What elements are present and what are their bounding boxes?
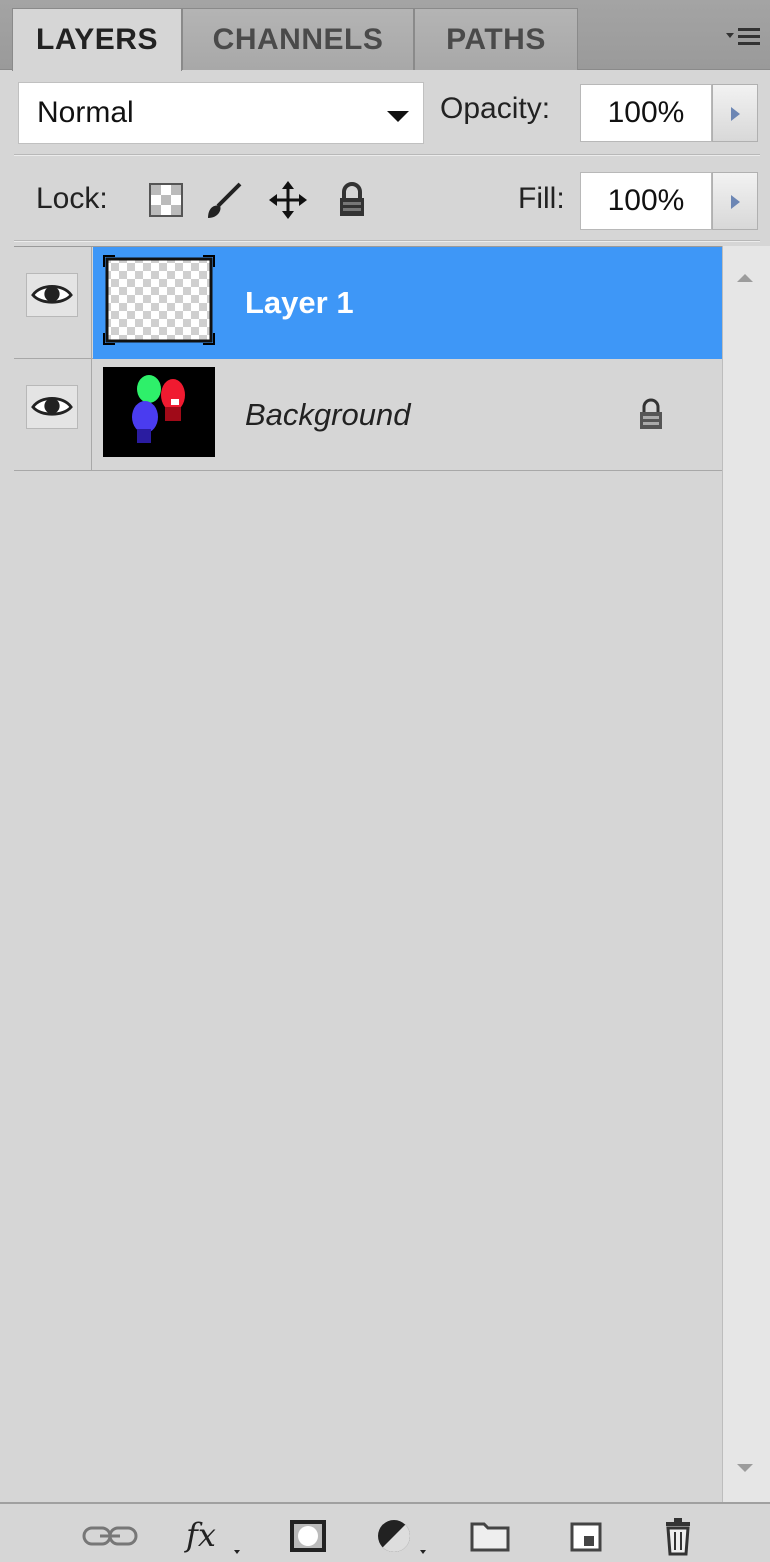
blend-opacity-row: Normal Opacity: 100% bbox=[0, 70, 770, 156]
fill-label: Fill: bbox=[518, 182, 565, 215]
fill-field[interactable]: 100% bbox=[580, 172, 712, 230]
blend-mode-value: Normal bbox=[37, 96, 134, 129]
layer-style-icon[interactable]: fx bbox=[184, 1514, 244, 1558]
layer-name[interactable]: Background bbox=[245, 359, 410, 471]
lock-all-icon[interactable] bbox=[332, 180, 372, 220]
layer-row-layer-1[interactable]: Layer 1 bbox=[14, 247, 722, 359]
layer-locked-icon bbox=[640, 398, 662, 429]
layers-bottom-toolbar: fx bbox=[0, 1502, 770, 1562]
layer-name[interactable]: Layer 1 bbox=[245, 247, 354, 359]
link-layers-icon[interactable] bbox=[80, 1514, 140, 1558]
lock-label: Lock: bbox=[36, 182, 108, 215]
eye-icon[interactable] bbox=[26, 273, 78, 317]
blend-mode-select[interactable]: Normal bbox=[18, 82, 424, 144]
layer-row-background[interactable]: Background bbox=[14, 359, 722, 471]
tab-channels[interactable]: CHANNELS bbox=[182, 8, 414, 70]
layer-content[interactable]: Background bbox=[93, 359, 722, 471]
visibility-column bbox=[14, 247, 92, 359]
divider bbox=[14, 240, 760, 242]
scroll-up-arrow-icon[interactable] bbox=[737, 274, 753, 282]
eye-icon[interactable] bbox=[26, 385, 78, 429]
layers-list: Layer 1 Background bbox=[14, 246, 722, 1502]
opacity-slider-arrow-icon[interactable] bbox=[712, 84, 758, 142]
layer-content[interactable]: Layer 1 bbox=[93, 247, 722, 359]
adjustment-layer-icon[interactable] bbox=[372, 1514, 432, 1558]
fill-slider-arrow-icon[interactable] bbox=[712, 172, 758, 230]
layer-thumbnail-transparent bbox=[103, 255, 215, 345]
lock-position-icon[interactable] bbox=[268, 180, 308, 220]
divider bbox=[14, 154, 760, 156]
layer-mask-icon[interactable] bbox=[286, 1514, 332, 1558]
panel-tab-bar: LAYERS CHANNELS PATHS bbox=[0, 0, 770, 71]
new-group-icon[interactable] bbox=[468, 1514, 514, 1558]
lock-transparent-pixels-icon[interactable] bbox=[146, 180, 186, 220]
layer-thumbnail-image bbox=[103, 367, 215, 457]
dropdown-arrow-icon bbox=[387, 111, 409, 122]
lock-image-pixels-icon[interactable] bbox=[204, 180, 244, 220]
layers-scrollbar[interactable] bbox=[722, 246, 770, 1502]
svg-text:fx: fx bbox=[184, 1516, 216, 1554]
scroll-down-arrow-icon[interactable] bbox=[737, 1464, 753, 1472]
tab-paths[interactable]: PATHS bbox=[414, 8, 578, 70]
opacity-field[interactable]: 100% bbox=[580, 84, 712, 142]
panel-menu-icon[interactable] bbox=[724, 22, 764, 54]
visibility-column bbox=[14, 359, 92, 471]
tab-layers[interactable]: LAYERS bbox=[12, 8, 182, 71]
delete-layer-icon[interactable] bbox=[656, 1514, 702, 1558]
new-layer-icon[interactable] bbox=[564, 1514, 610, 1558]
opacity-label: Opacity: bbox=[440, 92, 551, 125]
